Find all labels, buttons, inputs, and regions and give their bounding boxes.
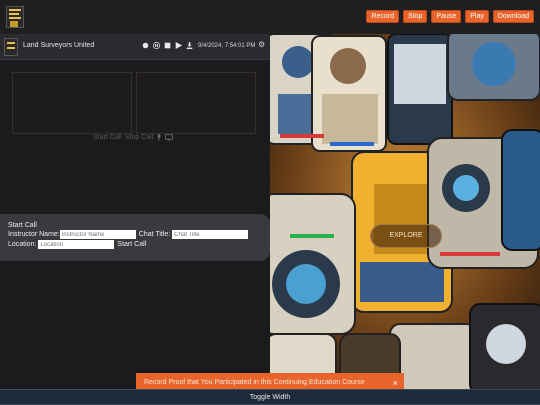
- recording-controls: Record Stop Pause Play Download: [366, 10, 534, 23]
- panel-title: Start Call: [8, 222, 37, 229]
- start-call-panel: Start Call Instructor Name: Chat Title: …: [0, 214, 270, 261]
- stop-button[interactable]: Stop: [402, 10, 428, 23]
- play-button[interactable]: Play: [465, 10, 489, 23]
- pause-icon[interactable]: [153, 42, 160, 49]
- toggle-width-button[interactable]: Toggle Width: [0, 389, 540, 405]
- org-name: Land Surveyors United: [23, 42, 95, 49]
- instructor-name-input[interactable]: [59, 230, 136, 239]
- date-time: 9/4/2024, 7:54:01 PM: [198, 43, 256, 49]
- local-video: [12, 72, 132, 134]
- start-call-link[interactable]: Start Call: [93, 134, 122, 141]
- top-bar: Record Stop Pause Play Download: [0, 0, 540, 34]
- call-area: Land Surveyors United 9/4/2024, 7:54:01 …: [0, 34, 270, 390]
- stop-icon[interactable]: [164, 42, 171, 49]
- record-dot-icon[interactable]: [142, 42, 149, 49]
- remote-video: [136, 72, 256, 134]
- small-logo: [4, 38, 18, 56]
- explore-button[interactable]: EXPLORE: [370, 224, 442, 248]
- download-icon[interactable]: [186, 42, 193, 49]
- stop-call-link[interactable]: Stop Call: [125, 134, 153, 141]
- pause-button[interactable]: Pause: [431, 10, 462, 23]
- gear-icon[interactable]: ⚙: [258, 41, 265, 49]
- location-input[interactable]: [38, 240, 115, 249]
- start-call-button[interactable]: Start Call: [117, 241, 146, 248]
- logo: [6, 6, 24, 28]
- monitor-icon[interactable]: [165, 134, 174, 141]
- hero-illustration: [270, 34, 540, 390]
- play-icon[interactable]: [175, 42, 182, 49]
- instructor-label: Instructor Name:: [8, 231, 60, 238]
- microphone-icon[interactable]: [156, 134, 162, 141]
- download-button[interactable]: Download: [492, 10, 534, 23]
- hero-image: EXPLORE: [270, 34, 540, 390]
- record-button[interactable]: Record: [366, 10, 399, 23]
- chat-title-label: Chat Title:: [138, 231, 171, 238]
- chat-title-input[interactable]: [172, 230, 249, 239]
- call-links: Start Call Stop Call: [93, 134, 174, 141]
- media-controls: [142, 42, 193, 49]
- toast-message: Record Proof that You Participated in th…: [144, 379, 365, 386]
- location-label: Location:: [8, 241, 37, 248]
- call-toolbar: Land Surveyors United 9/4/2024, 7:54:01 …: [0, 34, 270, 60]
